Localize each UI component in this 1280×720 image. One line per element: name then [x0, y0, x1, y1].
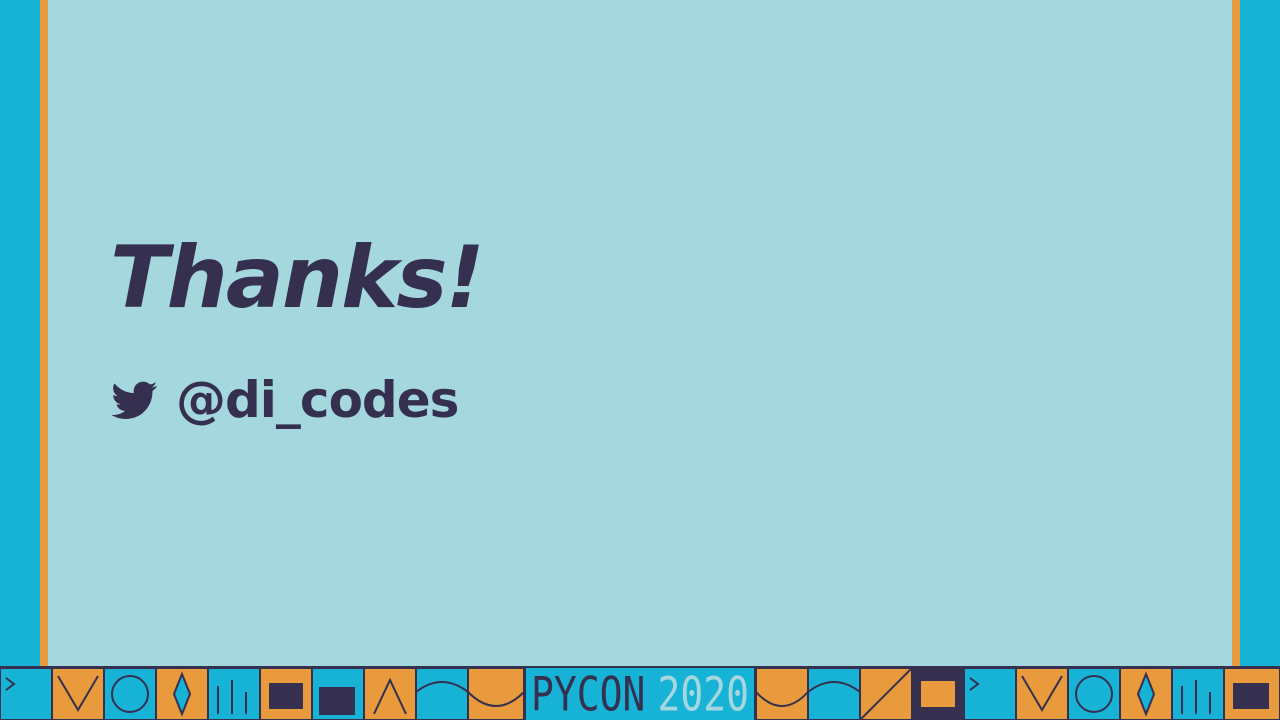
- arch-tile: [467, 668, 525, 720]
- arrow-tile: [51, 668, 105, 720]
- figure-tile: [363, 668, 417, 720]
- bridge-tile-right: [807, 668, 861, 720]
- pycon-2020-logo: PYCON 2020: [524, 668, 756, 720]
- arrow-tile-right: [1015, 668, 1069, 720]
- pycon-logo-word: PYCON: [531, 666, 646, 720]
- bridge-tile: [415, 668, 469, 720]
- twitter-handle-row: @di_codes: [108, 370, 459, 430]
- twitter-bird-icon: [108, 377, 162, 423]
- terminal-tile: [0, 668, 53, 720]
- pycon-logo-year: 2020: [657, 666, 749, 720]
- pycon-footer-banner: PYCON 2020: [0, 666, 1280, 720]
- slide-content: Thanks! @di_codes: [48, 0, 1232, 666]
- slide-page: Thanks! @di_codes PYCON 2020: [0, 0, 1280, 720]
- arch-tile-right: [755, 668, 809, 720]
- twitter-handle: @di_codes: [176, 371, 459, 429]
- terminal-tile-right: [963, 668, 1017, 720]
- bars-tile-right: [1171, 668, 1225, 720]
- slide-title: Thanks!: [110, 228, 485, 328]
- bars-tile: [207, 668, 261, 720]
